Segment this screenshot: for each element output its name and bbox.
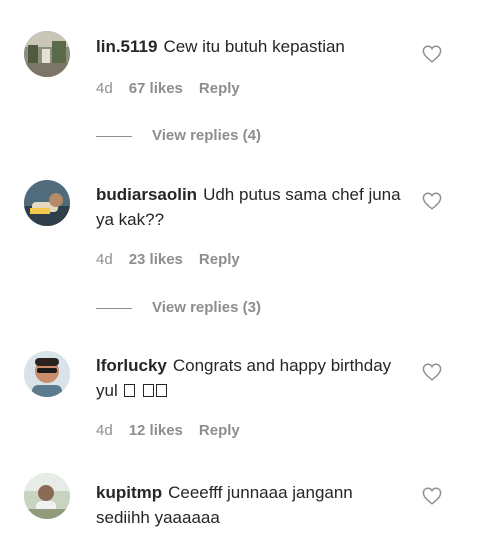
comment-text-block: lforlucky Congrats and happy birthday yul… xyxy=(96,353,406,403)
comment-username[interactable]: lforlucky xyxy=(96,356,167,375)
comment-meta: 4d 23 likes Reply xyxy=(96,250,256,270)
avatar-photo-icon xyxy=(24,473,70,519)
like-heart-icon[interactable] xyxy=(422,363,442,381)
comment-likes[interactable]: 67 likes xyxy=(129,80,183,97)
avatar-photo-icon xyxy=(24,351,70,397)
reply-button[interactable]: Reply xyxy=(199,80,240,97)
comment-meta: 4d 12 likes Reply xyxy=(96,421,256,441)
reply-button[interactable]: Reply xyxy=(199,422,240,439)
avatar-photo-icon xyxy=(24,31,70,77)
avatar-photo-icon xyxy=(24,180,70,226)
comment-likes[interactable]: 12 likes xyxy=(129,422,183,439)
comment-timestamp: 4d xyxy=(96,80,113,97)
avatar[interactable] xyxy=(24,180,70,226)
reply-button[interactable]: Reply xyxy=(199,251,240,268)
comment-timestamp: 4d xyxy=(96,422,113,439)
comment-username[interactable]: lin.5119 xyxy=(96,37,157,56)
comment-username[interactable]: kupitmp xyxy=(96,483,162,502)
comment-text-block: budiarsaolin Udh putus sama chef juna ya … xyxy=(96,182,406,232)
comment-timestamp: 4d xyxy=(96,251,113,268)
divider-line xyxy=(96,135,132,137)
view-replies-label: View replies (3) xyxy=(152,299,261,316)
comment-text-block: lin.5119 Cew itu butuh kepastian xyxy=(96,34,406,59)
comment-text: Cew itu butuh kepastian xyxy=(163,37,345,56)
emoji-placeholder-icon xyxy=(122,381,168,400)
divider-line xyxy=(96,307,132,309)
avatar[interactable] xyxy=(24,31,70,77)
view-replies-label: View replies (4) xyxy=(152,127,261,144)
view-replies-button[interactable]: View replies (3) xyxy=(96,298,261,318)
like-heart-icon[interactable] xyxy=(422,192,442,210)
comment-meta: 4d 67 likes Reply xyxy=(96,79,256,99)
comment-text-block: kupitmp Ceeefff junnaaa jangann sediihh y… xyxy=(96,480,406,530)
like-heart-icon[interactable] xyxy=(422,487,442,505)
avatar[interactable] xyxy=(24,351,70,397)
like-heart-icon[interactable] xyxy=(422,45,442,63)
view-replies-button[interactable]: View replies (4) xyxy=(96,126,261,146)
comment-likes[interactable]: 23 likes xyxy=(129,251,183,268)
avatar[interactable] xyxy=(24,473,70,519)
comment-username[interactable]: budiarsaolin xyxy=(96,185,197,204)
